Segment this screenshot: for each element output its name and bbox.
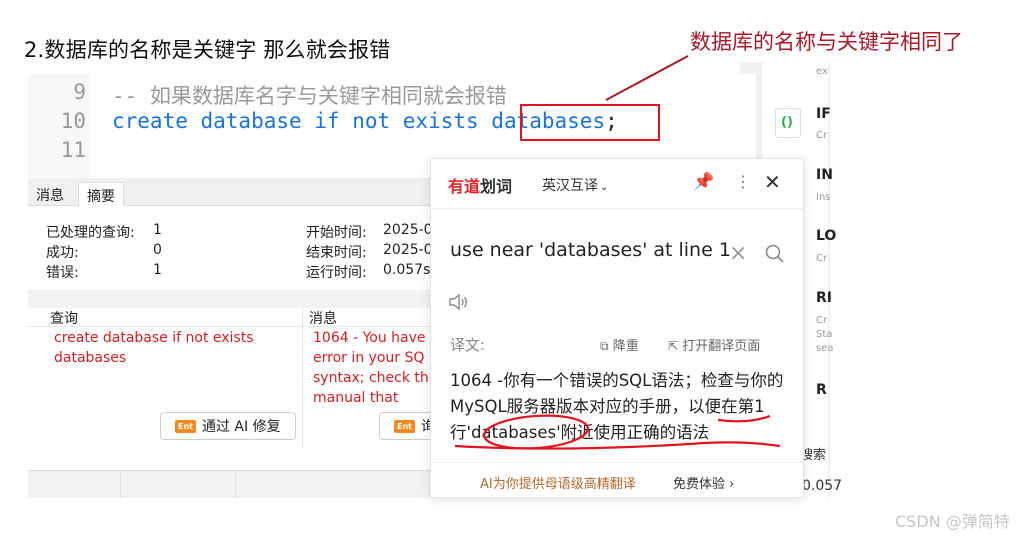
free-trial-link[interactable]: 免费体验 › bbox=[673, 473, 734, 492]
translation-text: 1064 -你有一个错误的SQL语法；检查与你的MySQL服务器版本对应的手册，… bbox=[450, 371, 784, 442]
snippet-desc: Cr bbox=[816, 130, 828, 141]
external-link-icon: ⇱ bbox=[668, 339, 679, 353]
query-input[interactable]: use near 'databases' at line 1 bbox=[450, 239, 731, 261]
separator-band bbox=[28, 290, 430, 308]
more-icon[interactable]: ⋮ bbox=[735, 172, 751, 191]
snippet-title[interactable]: IF bbox=[816, 106, 831, 122]
search-icon[interactable] bbox=[765, 244, 785, 264]
tab-messages[interactable]: 消息 bbox=[28, 182, 72, 206]
code-keywords: create database if not exists bbox=[112, 109, 492, 133]
line-number: 10 bbox=[60, 109, 86, 133]
stat-label: 结束时间: bbox=[306, 245, 367, 261]
right-number: 0.057 bbox=[802, 478, 843, 494]
snippet-desc: Cr bbox=[816, 253, 828, 264]
snippet-file-icon: () bbox=[775, 108, 801, 138]
translation-popup bbox=[430, 158, 804, 498]
snippet-desc: ex bbox=[816, 66, 828, 77]
code-comment[interactable]: -- 如果数据库名字与关键字相同就会报错 bbox=[112, 80, 507, 110]
translation-label: 译文: bbox=[450, 336, 486, 354]
close-icon[interactable]: ✕ bbox=[764, 170, 781, 194]
chevron-right-icon: › bbox=[729, 477, 735, 492]
ai-fix-label: 通过 AI 修复 bbox=[201, 419, 281, 435]
results-tabs: 消息 摘要 bbox=[28, 178, 430, 206]
page-heading: 2.数据库的名称是关键字 那么就会报错 bbox=[24, 38, 391, 62]
snippet-desc: Ins bbox=[816, 192, 831, 203]
open-translate-page-button[interactable]: ⇱ 打开翻译页面 bbox=[668, 335, 760, 354]
ent-icon: Ent bbox=[394, 419, 415, 433]
stat-label: 运行时间: bbox=[306, 265, 367, 281]
stat-label: 开始时间: bbox=[306, 225, 367, 241]
snippet-desc: Cr Sta sea bbox=[816, 315, 834, 354]
status-divider bbox=[235, 472, 236, 498]
column-header-message[interactable]: 消息 bbox=[309, 308, 337, 328]
column-header-query[interactable]: 查询 bbox=[50, 308, 78, 328]
language-label: 英汉互译 bbox=[542, 178, 598, 194]
snippet-title[interactable]: R bbox=[816, 382, 827, 398]
stat-label: 错误: bbox=[46, 265, 79, 281]
line-number: 9 bbox=[73, 80, 86, 104]
language-select[interactable]: 英汉互译 ⌄ bbox=[542, 175, 608, 195]
popup-divider bbox=[431, 462, 803, 463]
stat-value: 2025-0 bbox=[383, 242, 433, 258]
youdao-logo: 有道划词 bbox=[448, 173, 512, 197]
column-divider bbox=[302, 308, 303, 448]
watermark: CSDN @弹简特 bbox=[895, 512, 1010, 531]
dedupe-label: 降重 bbox=[612, 339, 639, 354]
dedupe-icon: ⧉ bbox=[600, 339, 609, 353]
pin-icon[interactable]: 📌 bbox=[693, 172, 714, 192]
message-cell[interactable]: manual that bbox=[313, 388, 398, 408]
chevron-down-icon: ⌄ bbox=[600, 182, 609, 193]
popup-divider bbox=[431, 208, 803, 209]
stat-value: 1 bbox=[153, 262, 162, 278]
header-divider bbox=[28, 326, 430, 327]
open-page-label: 打开翻译页面 bbox=[682, 339, 761, 354]
stat-label: 成功: bbox=[46, 245, 79, 261]
ai-promo-text: AI为你提供母语级高精翻译 bbox=[480, 477, 636, 492]
snippet-title[interactable]: IN bbox=[816, 167, 833, 183]
message-cell[interactable]: 1064 - You have bbox=[313, 328, 426, 348]
stat-value: 1 bbox=[153, 222, 162, 238]
stat-value: 0 bbox=[153, 242, 162, 258]
logo-youdao: 有道 bbox=[448, 177, 481, 196]
ai-fix-button[interactable]: Ent 询 bbox=[379, 412, 435, 440]
stat-label: 已处理的查询: bbox=[46, 225, 135, 241]
tab-summary[interactable]: 摘要 bbox=[78, 182, 124, 206]
logo-suffix: 划词 bbox=[480, 177, 513, 196]
message-cell[interactable]: syntax; check th bbox=[313, 368, 429, 388]
snippet-title[interactable]: RI bbox=[816, 290, 832, 306]
free-trial-label: 免费体验 bbox=[673, 477, 726, 492]
annotation-callout: 数据库的名称与关键字相同了 bbox=[690, 30, 963, 54]
stat-value: 2025-0 bbox=[383, 222, 433, 238]
query-cell[interactable]: databases bbox=[54, 348, 126, 368]
stat-value: 0.057s bbox=[383, 262, 431, 278]
ai-fix-button[interactable]: Ent 通过 AI 修复 bbox=[160, 412, 296, 440]
clear-icon[interactable]: × bbox=[729, 241, 747, 266]
query-cell[interactable]: create database if not exists bbox=[54, 328, 254, 348]
message-cell[interactable]: error in your SQ bbox=[313, 348, 424, 368]
status-divider bbox=[120, 472, 121, 498]
ent-icon: Ent bbox=[175, 419, 196, 433]
dedupe-button[interactable]: ⧉ 降重 bbox=[600, 335, 639, 354]
speaker-icon[interactable] bbox=[447, 292, 469, 312]
status-bar bbox=[28, 470, 430, 498]
line-number: 11 bbox=[60, 138, 86, 162]
highlight-box bbox=[520, 104, 660, 141]
snippet-title[interactable]: LO bbox=[816, 228, 836, 244]
